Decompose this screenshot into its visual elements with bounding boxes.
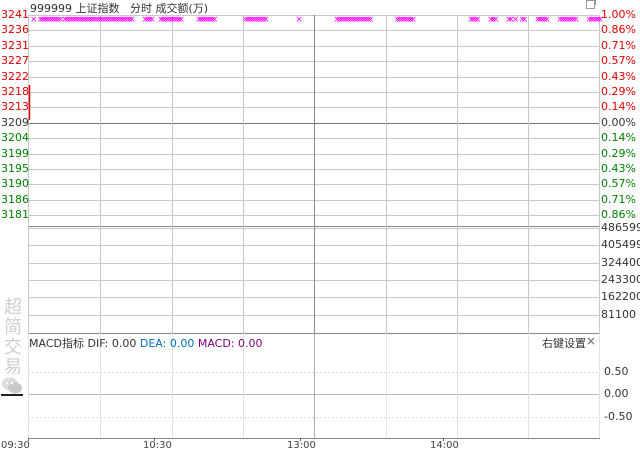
- time-tick-label: 10:30: [143, 440, 172, 451]
- stock-name: 上证指数: [75, 2, 120, 15]
- percent-tick-label: 0.14%: [601, 131, 636, 144]
- macd-header: MACD指标 DIF: 0.00 DEA: 0.00 MACD: 0.00: [29, 335, 263, 351]
- stock-code: 999999: [30, 2, 72, 15]
- event-marker: ×: [177, 15, 185, 25]
- event-marker: ×: [474, 15, 482, 25]
- price-tick-label: 3218: [1, 85, 29, 98]
- price-tick-label: 3181: [1, 208, 29, 221]
- percent-tick-label: 0.29%: [601, 147, 636, 160]
- price-tick-label: 3222: [1, 70, 29, 83]
- event-marker: ×: [128, 15, 136, 25]
- price-tick-label: 3190: [1, 177, 29, 190]
- percent-tick-label: 0.86%: [601, 208, 636, 221]
- time-tick-label: 09:30: [1, 440, 30, 451]
- event-marker: ×: [492, 15, 500, 25]
- macd-tick-label: 0.00: [604, 387, 629, 400]
- price-tick-label: 3199: [1, 147, 29, 160]
- event-marker: ×: [148, 15, 156, 25]
- percent-tick-label: 0.14%: [601, 100, 636, 113]
- volume-tick-label: 162200: [601, 290, 640, 303]
- volume-tick-label: 243300: [601, 273, 640, 286]
- event-marker: ×: [543, 15, 551, 25]
- price-tick-label: 3241: [1, 8, 29, 21]
- macd-tick-label: 0.50: [604, 365, 629, 378]
- macd-settings-button[interactable]: 右键设置: [542, 335, 586, 351]
- chart-mode: 分时: [130, 2, 152, 15]
- price-tick-label: 3213: [1, 100, 29, 113]
- price-tick-label: 3204: [1, 131, 29, 144]
- chart-title: 999999 上证指数 分时 成交额(万): [30, 0, 208, 16]
- wechat-icon[interactable]: [1, 374, 23, 396]
- macd-label: MACD:: [197, 337, 235, 350]
- dea-value: 0.00: [169, 337, 195, 350]
- percent-tick-label: 0.71%: [601, 193, 636, 206]
- volume-tick-label: 486599: [601, 221, 640, 234]
- event-marker: ×: [367, 15, 375, 25]
- price-tick-label: 3195: [1, 162, 29, 175]
- macd-title: MACD指标: [29, 337, 84, 350]
- price-tick-label: 3227: [1, 54, 29, 67]
- price-tick-label: 3231: [1, 39, 29, 52]
- percent-tick-label: 0.43%: [601, 162, 636, 175]
- macd-value: 0.00: [238, 337, 263, 350]
- dea-label: DEA:: [139, 337, 167, 350]
- price-tick-label: 3236: [1, 23, 29, 36]
- price-tick-label: 3209: [1, 116, 29, 129]
- event-marker: ×: [572, 15, 580, 25]
- percent-tick-label: 1.00%: [601, 8, 636, 21]
- dif-value: 0.00: [111, 337, 137, 350]
- time-tick-label: 14:00: [430, 440, 459, 451]
- dif-label: DIF:: [87, 337, 109, 350]
- percent-tick-label: 0.00%: [601, 116, 636, 129]
- event-marker: ×: [211, 15, 219, 25]
- volume-tick-label: 81100: [601, 308, 636, 321]
- percent-tick-label: 0.29%: [601, 85, 636, 98]
- volume-tick-label: 405499: [601, 238, 640, 251]
- percent-tick-label: 0.57%: [601, 177, 636, 190]
- percent-tick-label: 0.43%: [601, 70, 636, 83]
- macd-close-icon[interactable]: ×: [586, 334, 596, 348]
- volume-label: 成交额(万): [155, 2, 209, 15]
- event-marker: ×: [262, 15, 270, 25]
- price-tick-label: 3186: [1, 193, 29, 206]
- percent-tick-label: 0.71%: [601, 39, 636, 52]
- event-marker: ×: [295, 15, 303, 25]
- macd-tick-label: -0.50: [604, 410, 633, 423]
- percent-tick-label: 0.57%: [601, 54, 636, 67]
- intraday-chart[interactable]: × ×××××××××××××××××××××××××××××××××××××××…: [0, 0, 640, 450]
- restore-window-icon[interactable]: [586, 0, 596, 9]
- percent-tick-label: 0.86%: [601, 23, 636, 36]
- event-marker: ×: [521, 15, 529, 25]
- volume-tick-label: 324400: [601, 256, 640, 269]
- event-marker: ×: [409, 15, 417, 25]
- time-tick-label: 13:00: [287, 440, 316, 451]
- watermark-logo: 超简交易: [4, 297, 22, 378]
